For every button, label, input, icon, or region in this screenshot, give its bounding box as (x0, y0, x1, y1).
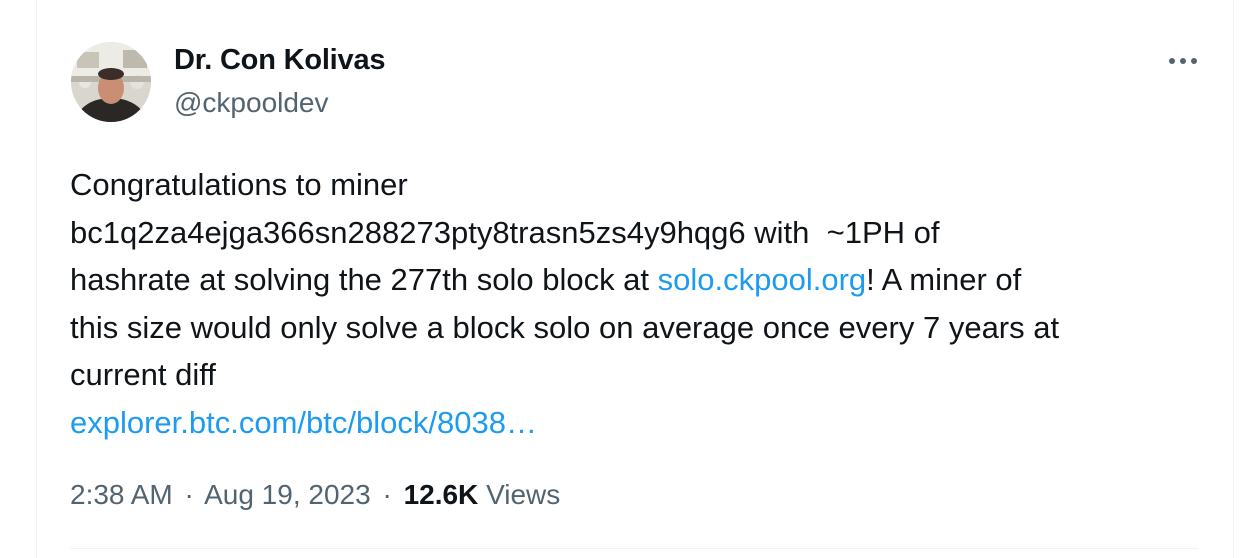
views-label[interactable]: Views (486, 479, 560, 510)
views-count[interactable]: 12.6K (404, 479, 479, 510)
more-horizontal-icon (1169, 58, 1197, 64)
meta-separator: · (184, 479, 194, 510)
tweet-text-line: bc1q2za4ejga366sn288273pty8trasn5zs4y9hq… (70, 209, 1190, 257)
tweet-time[interactable]: 2:38 AM (70, 479, 173, 510)
tweet-text-segment: Congratulations to miner (70, 167, 408, 202)
tweet-text-line: hashrate at solving the 277th solo block… (70, 256, 1190, 304)
tweet-link[interactable]: explorer.btc.com/btc/block/8038… (70, 405, 537, 440)
tweet-link[interactable]: solo.ckpool.org (658, 262, 867, 297)
tweet-text: Congratulations to miner bc1q2za4ejga366s… (70, 161, 1190, 446)
tweet-text-segment: this size would only solve a block solo … (70, 309, 1060, 345)
tweet-text-segment: ! A miner of (866, 262, 1022, 297)
tweet-text-segment: hashrate at solving the 277th solo block… (70, 262, 658, 297)
tweet-text-segment: bc1q2za4ejga366sn288273pty8trasn5zs4y9hq… (70, 214, 940, 250)
meta-separator: · (382, 479, 392, 510)
tweet-date[interactable]: Aug 19, 2023 (204, 479, 371, 510)
tweet-text-line: this size would only solve a block solo … (70, 304, 1190, 352)
tweet-text-line: Congratulations to miner (70, 161, 1190, 209)
avatar-image (71, 42, 151, 122)
divider (70, 548, 1198, 549)
tweet-meta: 2:38 AM · Aug 19, 2023 · 12.6K Views (70, 479, 560, 511)
author-name[interactable]: Dr. Con Kolivas (174, 44, 386, 77)
avatar[interactable] (71, 42, 151, 122)
tweet-text-segment: current diff (70, 357, 216, 392)
tweet-text-line: explorer.btc.com/btc/block/8038… (70, 399, 1190, 447)
more-options-button[interactable] (1165, 48, 1201, 74)
tweet-card: Dr. Con Kolivas @ckpooldev Congratulatio… (36, 0, 1234, 558)
author-handle[interactable]: @ckpooldev (174, 87, 329, 119)
tweet-text-line: current diff (70, 351, 1190, 399)
